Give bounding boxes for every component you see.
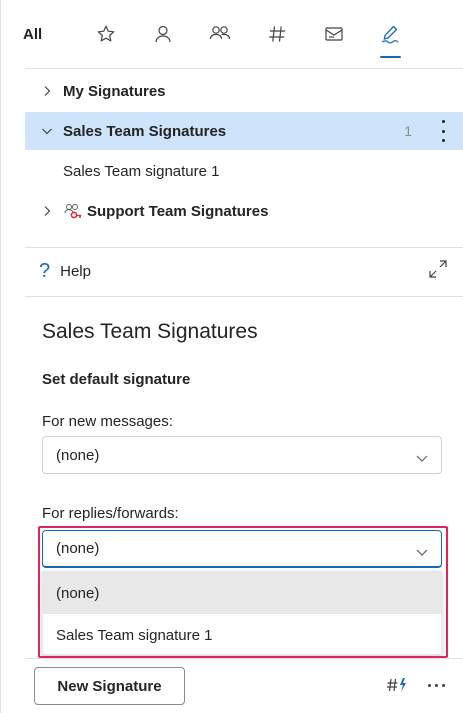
help-label: Help xyxy=(60,262,91,280)
person-icon xyxy=(154,25,171,43)
hashtag-icon xyxy=(268,26,285,42)
chevron-down-icon xyxy=(415,544,429,561)
select-value: (none) xyxy=(56,540,100,557)
tree-item-label: Sales Team signature 1 xyxy=(63,162,220,180)
tab-templates[interactable] xyxy=(305,0,362,68)
tab-team[interactable] xyxy=(191,0,248,68)
divider xyxy=(25,247,463,248)
tree-item-my-signatures[interactable]: My Signatures xyxy=(25,72,463,110)
default-signature-heading: Set default signature xyxy=(42,371,191,388)
item-count: 1 xyxy=(404,123,412,139)
divider xyxy=(25,68,463,69)
expand-icon[interactable] xyxy=(427,258,449,284)
mail-template-icon xyxy=(324,27,343,41)
more-icon[interactable] xyxy=(428,684,445,687)
signature-tree: My Signatures Sales Team Signatures 1 Sa… xyxy=(25,72,463,230)
select-value: (none) xyxy=(56,446,100,464)
replies-label: For replies/forwards: xyxy=(42,505,179,522)
tab-all-label: All xyxy=(23,25,43,43)
new-messages-select[interactable]: (none) xyxy=(42,436,442,474)
chevron-right-icon[interactable] xyxy=(37,85,57,97)
tab-personal[interactable] xyxy=(134,0,191,68)
divider xyxy=(25,658,463,659)
tree-item-label: My Signatures xyxy=(63,82,166,100)
tab-bar: All xyxy=(1,0,463,68)
replies-dropdown-list: (none) Sales Team signature 1 xyxy=(42,571,442,655)
new-messages-label: For new messages: xyxy=(42,413,173,430)
new-signature-button[interactable]: New Signature xyxy=(34,667,185,705)
people-icon xyxy=(209,26,230,40)
tab-hashtags[interactable] xyxy=(248,0,305,68)
tree-item-label: Sales Team Signatures xyxy=(63,122,227,140)
dropdown-option[interactable]: (none) xyxy=(43,572,441,614)
chevron-down-icon[interactable] xyxy=(37,126,57,136)
question-icon: ? xyxy=(39,259,51,282)
tree-item-support-team[interactable]: Support Team Signatures xyxy=(25,192,463,230)
tab-signatures[interactable] xyxy=(362,0,419,68)
help-link[interactable]: ? Help xyxy=(25,252,455,290)
tab-all[interactable]: All xyxy=(1,0,77,68)
signatures-panel: All My Signatures Sales Team Signatures … xyxy=(0,0,463,713)
chevron-down-icon xyxy=(415,450,429,467)
tree-item-sales-team[interactable]: Sales Team Signatures 1 xyxy=(25,112,463,150)
dropdown-option[interactable]: Sales Team signature 1 xyxy=(43,614,441,656)
signature-icon xyxy=(381,25,399,44)
tree-item-label: Support Team Signatures xyxy=(87,202,269,220)
star-icon xyxy=(97,25,114,42)
divider xyxy=(25,296,463,297)
team-lock-icon xyxy=(63,202,83,220)
details-title: Sales Team Signatures xyxy=(42,320,258,343)
more-options-icon[interactable] xyxy=(436,120,450,142)
hashtag-lightning-icon[interactable] xyxy=(386,676,408,699)
tab-favorites[interactable] xyxy=(77,0,134,68)
replies-select[interactable]: (none) xyxy=(42,530,442,568)
tree-item-sales-team-signature-1[interactable]: Sales Team signature 1 xyxy=(25,152,463,190)
chevron-right-icon[interactable] xyxy=(37,205,57,217)
